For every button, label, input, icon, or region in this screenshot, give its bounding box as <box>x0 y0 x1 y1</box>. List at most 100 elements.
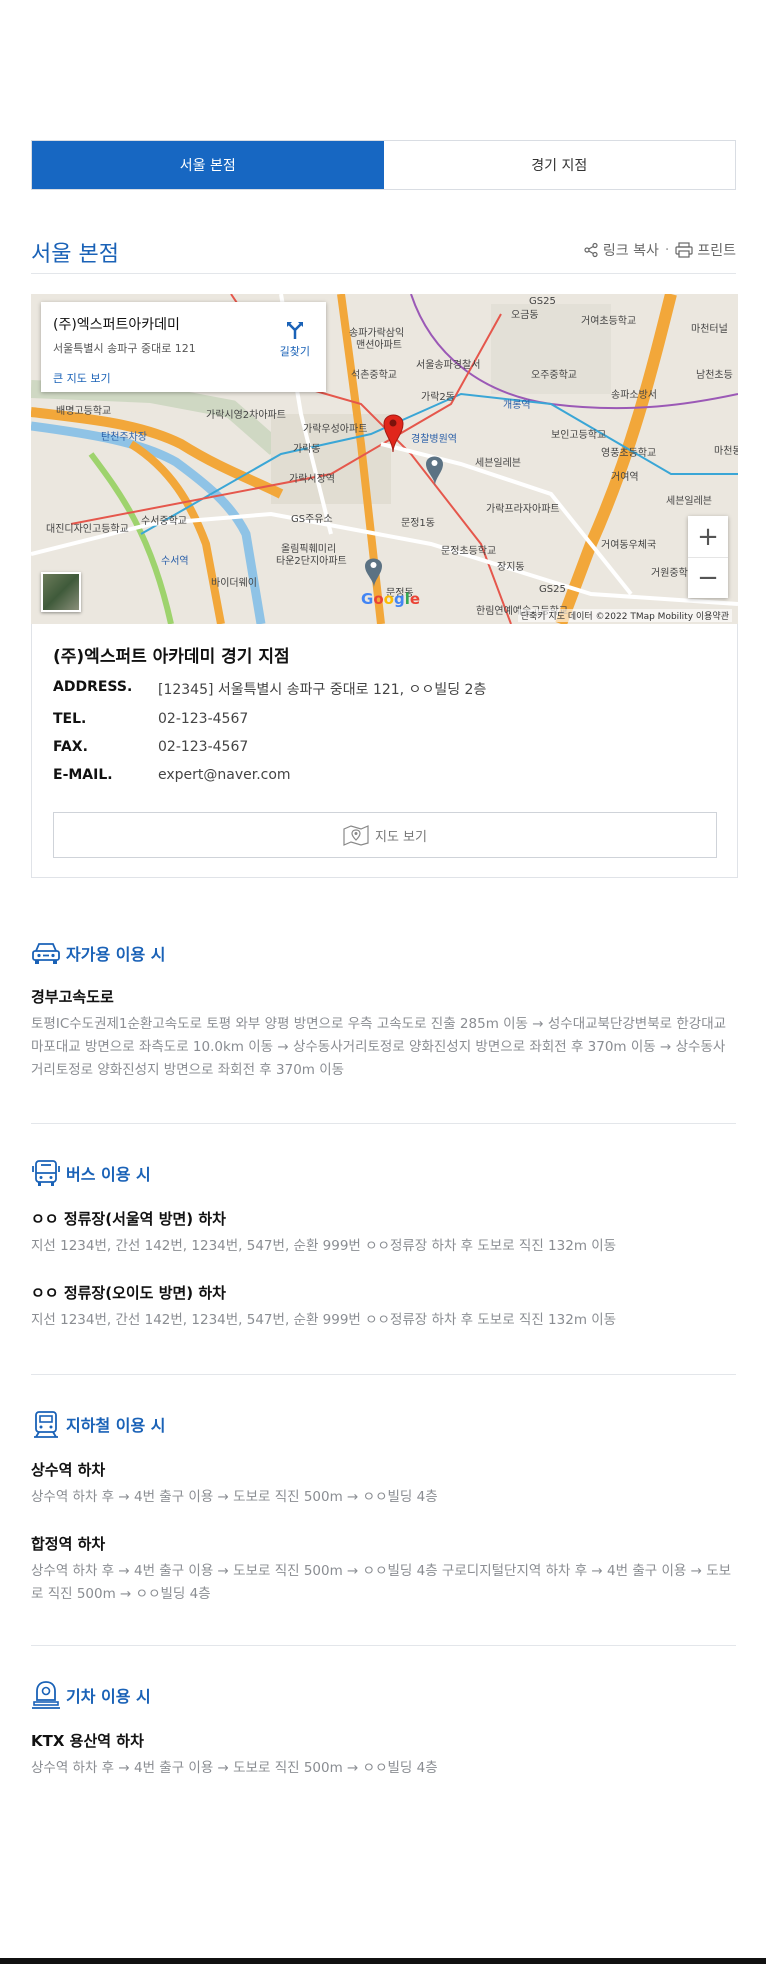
subway-sub: 합정역 하차 <box>31 1535 106 1553</box>
car-section: 자가용 이용 시 경부고속도로 토평IC수도권제1순환고속도로 토평 와부 양평… <box>31 940 736 1082</box>
map-label: 타운2단지아파트 <box>276 556 347 567</box>
zoom-out-button[interactable]: − <box>688 557 728 598</box>
tab-gyeonggi[interactable]: 경기 지점 <box>384 141 736 189</box>
info-row-address: ADDRESS. [12345] 서울특별시 송파구 중대로 121, ㅇㅇ빌딩… <box>53 679 716 699</box>
map-info-card: (주)엑스퍼트아카데미 서울특별시 송파구 중대로 121 큰 지도 보기 길찾… <box>41 302 326 392</box>
print-label: 프린트 <box>697 243 736 259</box>
map-label: 마천터널 <box>691 324 728 335</box>
map-label: 세븐일레븐 <box>475 458 521 469</box>
map-label: 거여초등학교 <box>581 316 637 327</box>
view-map-label: 지도 보기 <box>375 829 427 845</box>
subway-section: 지하철 이용 시 상수역 하차 상수역 하차 후 → 4번 출구 이용 → 도보… <box>31 1409 736 1606</box>
bus-heading: 버스 이용 시 <box>31 1158 736 1188</box>
map-label: 가락동 <box>293 444 321 455</box>
toolbar: 링크 복사 · 프린트 <box>583 240 736 260</box>
page-title: 서울 본점 <box>31 242 119 267</box>
map-label: 수서역 <box>161 556 189 567</box>
map-label: 송파소방서 <box>611 390 657 401</box>
info-row-email: E-MAIL. expert@naver.com <box>53 767 716 783</box>
bus-sub: ㅇㅇ 정류장(오이도 방면) 하차 <box>31 1284 226 1302</box>
subway-heading-label: 지하철 이용 시 <box>66 1416 166 1435</box>
subway-body: 상수역 하차 후 → 4번 출구 이용 → 도보로 직진 500m → ㅇㅇ빌딩… <box>31 1563 732 1602</box>
map-attribution[interactable]: 단축키 지도 데이터 ©2022 TMap Mobility 이용약관 <box>517 609 732 622</box>
info-value: expert@naver.com <box>158 767 291 783</box>
branch-tabs: 서울 본점 경기 지점 <box>31 140 736 190</box>
info-key: E-MAIL. <box>53 767 113 783</box>
map-label: 세븐일레븐 <box>666 496 712 507</box>
info-key: FAX. <box>53 739 88 755</box>
copy-link-button[interactable]: 링크 복사 <box>583 240 659 260</box>
info-row-tel: TEL. 02-123-4567 <box>53 711 716 727</box>
bus-sub: ㅇㅇ 정류장(서울역 방면) 하차 <box>31 1210 226 1228</box>
map-label: GS25 <box>529 296 556 307</box>
map-view[interactable]: 거여초등학교 오금동 마천터널 송파가락삼익 맨션아파트 서울송파경찰서 석촌중… <box>31 294 738 624</box>
map-label: 가락우성아파트 <box>303 424 368 435</box>
map-label: 거여역 <box>611 472 639 483</box>
bus-body: 지선 1234번, 간선 142번, 1234번, 547번, 순환 999번 … <box>31 1312 617 1328</box>
train-icon <box>32 1681 60 1709</box>
satellite-toggle[interactable] <box>41 572 81 612</box>
bus-body: 지선 1234번, 간선 142번, 1234번, 547번, 순환 999번 … <box>31 1238 617 1254</box>
info-row-fax: FAX. 02-123-4567 <box>53 739 716 755</box>
copy-link-label: 링크 복사 <box>602 243 659 259</box>
directions-button[interactable]: 길찾기 <box>280 320 310 359</box>
map-label: 남천초등 <box>696 370 733 381</box>
map-label: 대진디자인고등학교 <box>46 524 129 535</box>
map-label: 거여동우체국 <box>601 540 657 551</box>
tab-seoul[interactable]: 서울 본점 <box>32 141 384 189</box>
map-label: 개롱역 <box>503 400 531 411</box>
branch-info: (주)엑스퍼트 아카데미 경기 지점 ADDRESS. [12345] 서울특별… <box>31 624 738 878</box>
map-label: 문정1동 <box>401 518 435 529</box>
map-label: 가락2동 <box>421 392 455 403</box>
bus-icon <box>32 1160 60 1186</box>
print-button[interactable]: 프린트 <box>675 240 736 260</box>
map-label: 석촌중학교 <box>351 370 397 381</box>
map-label: 가락프라자아파트 <box>486 504 560 515</box>
car-heading: 자가용 이용 시 <box>31 940 736 966</box>
directions-label: 길찾기 <box>279 345 310 358</box>
big-map-link[interactable]: 큰 지도 보기 <box>53 370 314 386</box>
map-label: 가락시영2차아파트 <box>206 410 286 421</box>
map-label: GS주유소 <box>291 514 333 525</box>
train-body: 상수역 하차 후 → 4번 출구 이용 → 도보로 직진 500m → ㅇㅇ빌딩… <box>31 1760 438 1776</box>
map-card-address: 서울특별시 송파구 중대로 121 <box>53 342 196 355</box>
car-heading-label: 자가용 이용 시 <box>66 945 166 964</box>
map-label: 바이더웨이 <box>211 578 257 589</box>
map-label: 탄천주차장 <box>101 432 147 443</box>
info-key: ADDRESS. <box>53 679 133 695</box>
car-body: 토평IC수도권제1순환고속도로 토평 와부 양평 방면으로 우측 고속도로 진출… <box>31 1016 727 1078</box>
map-label: 오주중학교 <box>531 370 577 381</box>
map-label: 문정초등학교 <box>441 546 497 557</box>
zoom-control: + − <box>688 516 728 598</box>
map-label: 영풍초등학교 <box>601 448 657 459</box>
map-label: 장지동 <box>497 562 525 573</box>
map-pin-icon <box>343 825 369 846</box>
map-label: 가락시장역 <box>289 474 335 485</box>
zoom-in-button[interactable]: + <box>688 516 728 557</box>
train-heading-label: 기차 이용 시 <box>66 1687 151 1706</box>
subway-body: 상수역 하차 후 → 4번 출구 이용 → 도보로 직진 500m → ㅇㅇ빌딩… <box>31 1489 438 1505</box>
map-label: 오금동 <box>511 310 539 321</box>
map-label: 마천동 <box>714 446 738 457</box>
divider <box>31 1123 736 1124</box>
info-value: 02-123-4567 <box>158 711 249 727</box>
car-sub: 경부고속도로 <box>31 988 114 1006</box>
train-heading: 기차 이용 시 <box>31 1680 736 1710</box>
info-value: [12345] 서울특별시 송파구 중대로 121, ㅇㅇ빌딩 2층 <box>158 682 487 698</box>
view-map-button[interactable]: 지도 보기 <box>53 812 717 858</box>
google-logo: Google <box>361 590 421 608</box>
subway-sub: 상수역 하차 <box>31 1461 106 1479</box>
car-icon <box>32 943 60 964</box>
map-label: 수서중학교 <box>141 516 187 527</box>
map-label: 배명고등학교 <box>56 406 112 417</box>
info-key: TEL. <box>53 711 87 727</box>
divider <box>31 1374 736 1375</box>
train-section: 기차 이용 시 KTX 용산역 하차 상수역 하차 후 → 4번 출구 이용 →… <box>31 1680 736 1780</box>
bottom-bar <box>0 1958 766 1964</box>
map-label: 보인고등학교 <box>551 430 607 441</box>
separator: · <box>664 242 670 258</box>
map-label: 맨션아파트 <box>356 340 402 351</box>
share-icon <box>584 242 598 258</box>
bus-section: 버스 이용 시 ㅇㅇ 정류장(서울역 방면) 하차 지선 1234번, 간선 1… <box>31 1158 736 1332</box>
section-header: 서울 본점 링크 복사 · 프린트 <box>31 232 736 274</box>
